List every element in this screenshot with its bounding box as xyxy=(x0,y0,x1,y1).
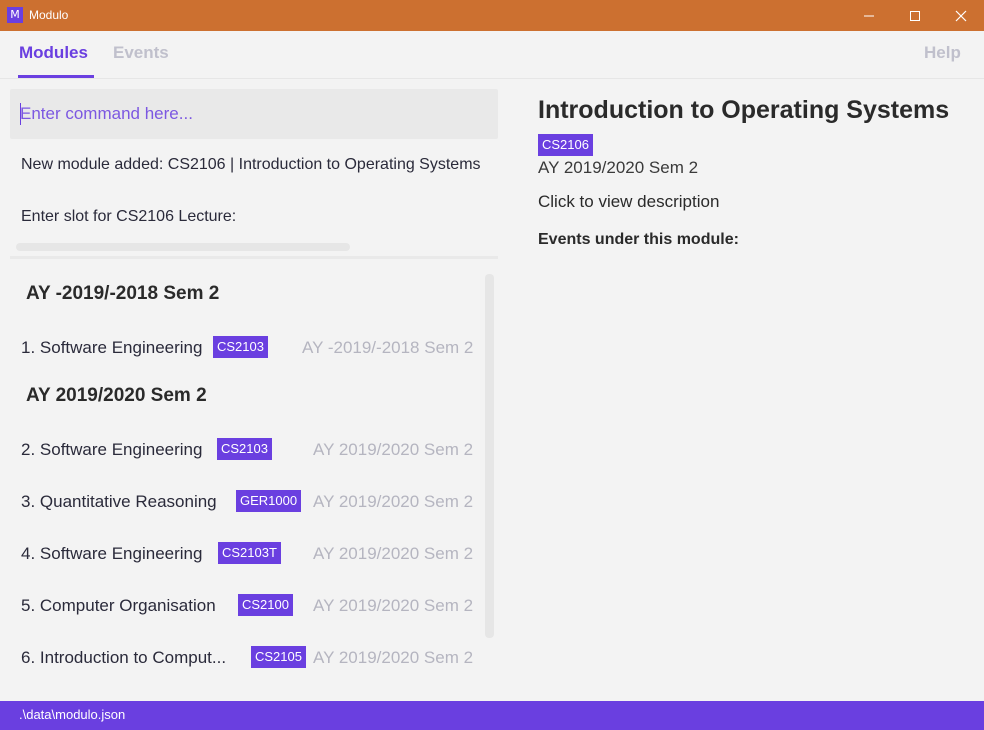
status-bar: .\data\modulo.json xyxy=(0,701,984,730)
detail-semester: AY 2019/2020 Sem 2 xyxy=(538,158,699,177)
module-list-scrollbar[interactable] xyxy=(485,274,494,638)
help-button[interactable]: Help xyxy=(924,43,961,63)
maximize-button[interactable] xyxy=(892,0,938,31)
title-bar: M Modulo xyxy=(0,0,984,31)
minimize-button[interactable] xyxy=(846,0,892,31)
window-title: Modulo xyxy=(29,8,69,22)
module-semester: AY 2019/2020 Sem 2 xyxy=(313,492,474,511)
app-logo-icon: M xyxy=(7,7,23,23)
events-header: Events under this module: xyxy=(538,231,739,248)
tab-bar: Modules Events Help xyxy=(0,31,984,79)
text-caret xyxy=(20,103,21,125)
module-semester: AY 2019/2020 Sem 2 xyxy=(313,648,474,667)
module-code-badge: CS2100 xyxy=(238,594,293,616)
module-name: 5. Computer Organisation xyxy=(21,596,216,615)
group-header: AY 2019/2020 Sem 2 xyxy=(26,385,207,406)
module-list-item[interactable]: 3. Quantitative Reasoning GER1000 AY 201… xyxy=(21,490,474,516)
module-semester: AY 2019/2020 Sem 2 xyxy=(313,440,474,459)
group-header: AY -2019/-2018 Sem 2 xyxy=(26,283,220,304)
module-list-item[interactable]: 2. Software Engineering CS2103 AY 2019/2… xyxy=(21,438,474,464)
maximize-icon xyxy=(910,11,920,21)
module-semester: AY 2019/2020 Sem 2 xyxy=(313,544,474,563)
module-name: 3. Quantitative Reasoning xyxy=(21,492,217,511)
module-list-item[interactable]: 6. Introduction to Comput... CS2105 AY 2… xyxy=(21,646,474,672)
minimize-icon xyxy=(864,15,874,17)
module-code-badge: GER1000 xyxy=(236,490,302,512)
close-button[interactable] xyxy=(938,0,984,31)
result-message: New module added: CS2106 | Introduction … xyxy=(21,156,481,173)
module-semester: AY 2019/2020 Sem 2 xyxy=(313,596,474,615)
result-horizontal-scrollbar[interactable] xyxy=(16,243,350,251)
panel-divider xyxy=(10,256,498,259)
view-description-link[interactable]: Click to view description xyxy=(538,192,719,212)
module-code-badge: CS2105 xyxy=(251,646,306,668)
tab-events[interactable]: Events xyxy=(113,43,169,63)
close-icon xyxy=(955,10,967,22)
module-code-badge: CS2103 xyxy=(213,336,268,358)
detail-code-badge: CS2106 xyxy=(538,134,593,156)
module-name: 2. Software Engineering xyxy=(21,440,203,459)
module-code-badge: CS2103 xyxy=(217,438,272,460)
module-semester: AY -2019/-2018 Sem 2 xyxy=(302,338,474,357)
module-name: 1. Software Engineering xyxy=(21,338,203,357)
command-input[interactable] xyxy=(20,96,490,132)
module-list-item[interactable]: 1. Software Engineering CS2103 AY -2019/… xyxy=(21,336,474,362)
module-name: 6. Introduction to Comput... xyxy=(21,648,227,667)
data-file-path: .\data\modulo.json xyxy=(19,707,126,722)
module-list-item[interactable]: 4. Software Engineering CS2103T AY 2019/… xyxy=(21,542,474,568)
active-tab-indicator xyxy=(18,75,94,78)
tab-modules[interactable]: Modules xyxy=(19,43,88,63)
result-prompt: Enter slot for CS2106 Lecture: xyxy=(21,208,237,225)
detail-title: Introduction to Operating Systems xyxy=(538,96,950,124)
module-list-item[interactable]: 5. Computer Organisation CS2100 AY 2019/… xyxy=(21,594,474,620)
module-code-badge: CS2103T xyxy=(218,542,281,564)
module-name: 4. Software Engineering xyxy=(21,544,203,563)
